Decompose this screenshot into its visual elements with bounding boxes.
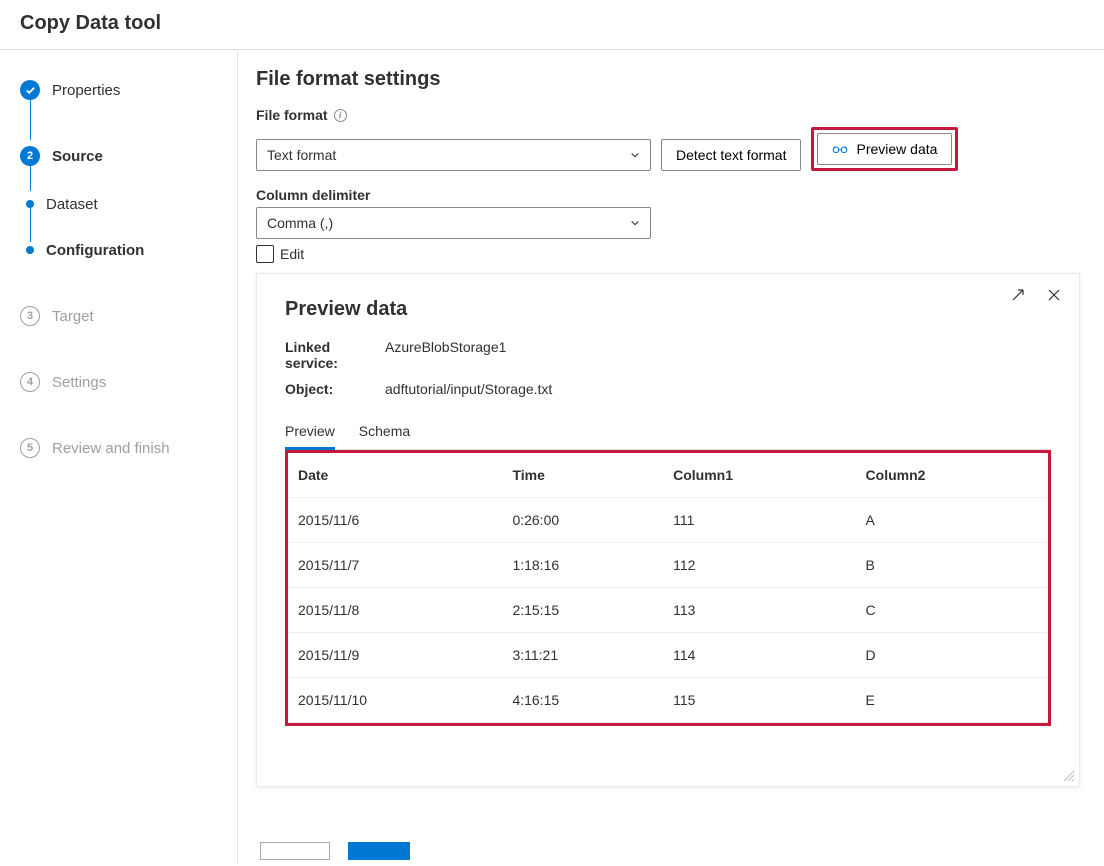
highlight-preview-button: Preview data: [811, 127, 958, 171]
detect-text-format-button[interactable]: Detect text format: [661, 139, 801, 171]
step-label: Review and finish: [52, 440, 170, 457]
edit-label: Edit: [280, 246, 304, 262]
table-cell: 2:15:15: [502, 588, 663, 633]
resize-handle-icon[interactable]: [1061, 768, 1075, 782]
chevron-down-icon: [630, 150, 640, 160]
step-label: Properties: [52, 82, 120, 99]
object-value: adftutorial/input/Storage.txt: [385, 381, 552, 397]
label-text: Column delimiter: [256, 187, 370, 203]
highlight-table: Date Time Column1 Column2 2015/11/60:26:…: [285, 450, 1051, 726]
substep-dot-icon: [26, 200, 34, 208]
table-cell: 112: [663, 543, 855, 588]
table-cell: 111: [663, 498, 855, 543]
page-header: Copy Data tool: [0, 0, 1104, 50]
expand-icon[interactable]: [1009, 286, 1027, 304]
step-properties[interactable]: Properties: [20, 70, 237, 110]
edit-checkbox[interactable]: [256, 245, 274, 263]
column-delimiter-label: Column delimiter: [256, 187, 1080, 203]
table-cell: A: [856, 498, 1048, 543]
step-number-icon: 5: [20, 438, 40, 458]
table-row: 2015/11/104:16:15115E: [288, 678, 1048, 723]
linked-service-label: Linked service:: [285, 339, 385, 371]
preview-panel: Preview data Linked service: AzureBlobSt…: [256, 273, 1080, 787]
table-cell: 2015/11/9: [288, 633, 502, 678]
table-cell: 1:18:16: [502, 543, 663, 588]
linked-service-value: AzureBlobStorage1: [385, 339, 506, 371]
next-button[interactable]: [348, 842, 410, 860]
col-header: Time: [502, 453, 663, 498]
tab-preview[interactable]: Preview: [285, 415, 335, 450]
substep-label: Configuration: [46, 242, 144, 259]
step-review[interactable]: 5 Review and finish: [20, 428, 237, 468]
page-title: Copy Data tool: [20, 12, 161, 34]
column-delimiter-select[interactable]: Comma (,): [256, 207, 651, 239]
step-number-icon: 3: [20, 306, 40, 326]
table-cell: 2015/11/8: [288, 588, 502, 633]
info-icon[interactable]: i: [334, 109, 347, 122]
table-cell: 2015/11/6: [288, 498, 502, 543]
substep-dataset[interactable]: Dataset: [20, 184, 237, 224]
table-cell: 113: [663, 588, 855, 633]
table-cell: 114: [663, 633, 855, 678]
section-title: File format settings: [256, 68, 1080, 91]
file-format-label: File format i: [256, 107, 1080, 123]
table-cell: D: [856, 633, 1048, 678]
preview-data-button[interactable]: Preview data: [817, 133, 952, 165]
table-row: 2015/11/82:15:15113C: [288, 588, 1048, 633]
select-value: Comma (,): [267, 215, 333, 231]
object-label: Object:: [285, 381, 385, 397]
previous-button[interactable]: [260, 842, 330, 860]
step-label: Source: [52, 148, 103, 165]
wizard-sidebar: Properties 2 Source Dataset Configuratio…: [0, 50, 238, 864]
table-cell: B: [856, 543, 1048, 588]
preview-table: Date Time Column1 Column2 2015/11/60:26:…: [288, 453, 1048, 723]
col-header: Date: [288, 453, 502, 498]
content-area: File format settings File format i Text …: [238, 50, 1104, 864]
substep-dot-icon: [26, 246, 34, 254]
table-cell: E: [856, 678, 1048, 723]
substep-label: Dataset: [46, 196, 98, 213]
table-cell: C: [856, 588, 1048, 633]
close-icon[interactable]: [1045, 286, 1063, 304]
tab-schema[interactable]: Schema: [359, 415, 410, 450]
step-target[interactable]: 3 Target: [20, 296, 237, 336]
table-cell: 2015/11/7: [288, 543, 502, 588]
step-label: Target: [52, 308, 94, 325]
substep-configuration[interactable]: Configuration: [20, 230, 237, 270]
table-cell: 2015/11/10: [288, 678, 502, 723]
label-text: File format: [256, 107, 328, 123]
col-header: Column1: [663, 453, 855, 498]
table-cell: 115: [663, 678, 855, 723]
button-label: Detect text format: [676, 147, 786, 163]
footer-buttons: [260, 842, 410, 860]
step-label: Settings: [52, 374, 106, 391]
step-settings[interactable]: 4 Settings: [20, 362, 237, 402]
step-number-icon: 4: [20, 372, 40, 392]
step-source[interactable]: 2 Source: [20, 136, 237, 176]
step-number-icon: 2: [20, 146, 40, 166]
glasses-icon: [832, 144, 848, 154]
table-cell: 0:26:00: [502, 498, 663, 543]
table-cell: 3:11:21: [502, 633, 663, 678]
table-row: 2015/11/93:11:21114D: [288, 633, 1048, 678]
button-label: Preview data: [856, 141, 937, 157]
table-row: 2015/11/71:18:16112B: [288, 543, 1048, 588]
check-icon: [20, 80, 40, 100]
chevron-down-icon: [630, 218, 640, 228]
table-cell: 4:16:15: [502, 678, 663, 723]
file-format-select[interactable]: Text format: [256, 139, 651, 171]
col-header: Column2: [856, 453, 1048, 498]
preview-title: Preview data: [285, 298, 1051, 321]
select-value: Text format: [267, 147, 336, 163]
table-row: 2015/11/60:26:00111A: [288, 498, 1048, 543]
